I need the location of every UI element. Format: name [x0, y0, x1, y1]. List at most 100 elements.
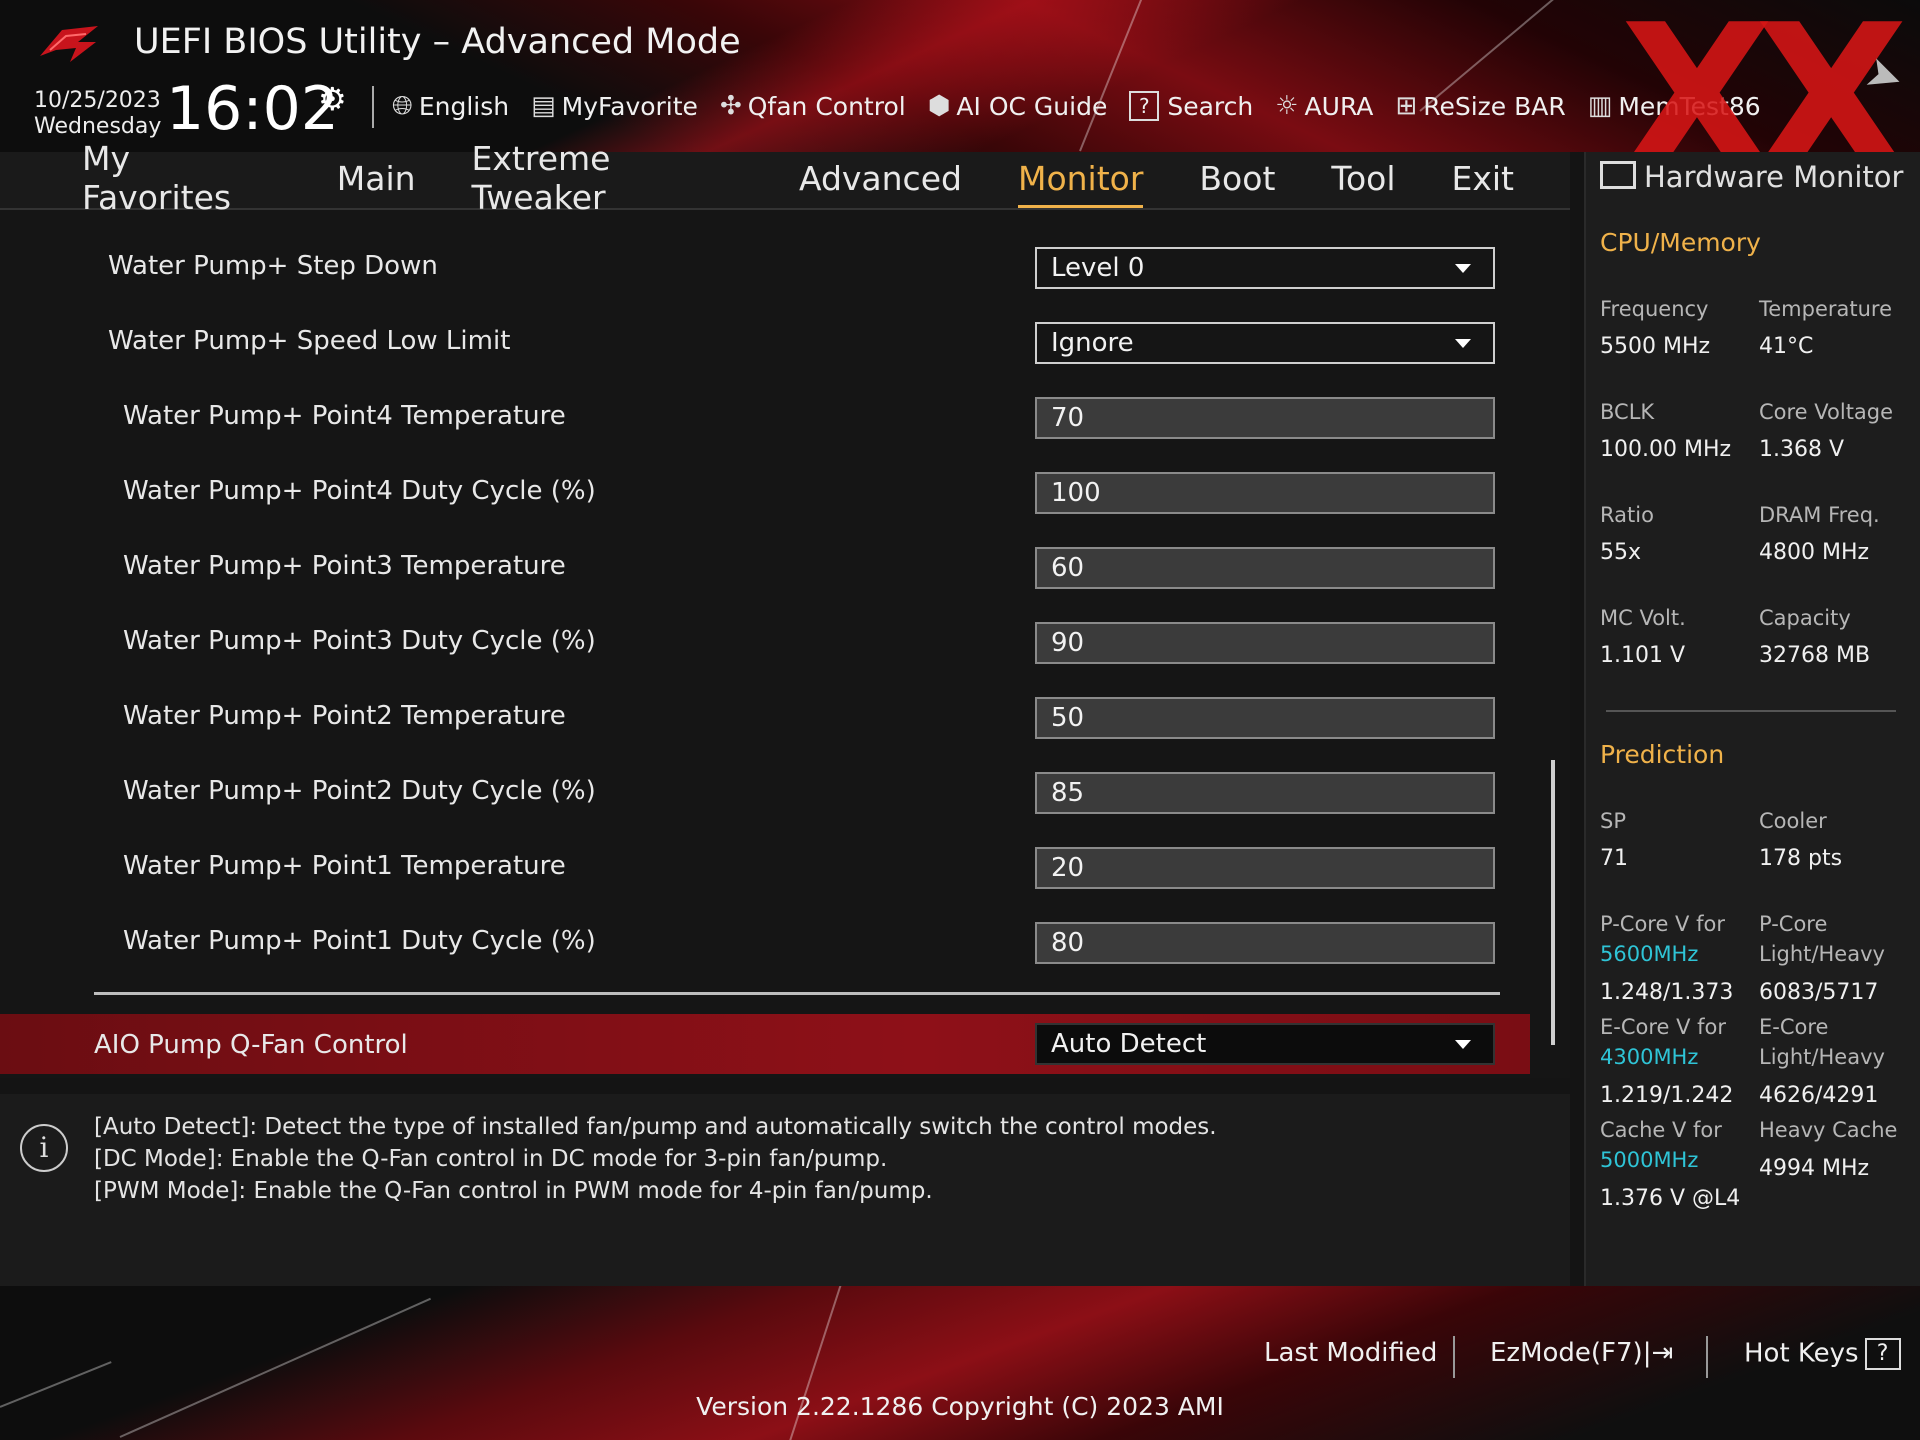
setting-input[interactable]: 20	[1035, 847, 1495, 889]
menu-bar: My Favorites Main Extreme Tweaker Advanc…	[0, 139, 1570, 217]
setting-row[interactable]: Water Pump+ Point1 Temperature 20	[0, 833, 1530, 897]
hw-value: 71	[1600, 846, 1628, 871]
setting-label: AIO Pump Q-Fan Control	[94, 1030, 408, 1060]
help-panel: i [Auto Detect]: Detect the type of inst…	[0, 1094, 1570, 1286]
caret-down-icon	[1455, 1040, 1471, 1049]
setting-input[interactable]: 70	[1035, 397, 1495, 439]
hw-key: Heavy Cache	[1759, 1118, 1898, 1142]
setting-value: Auto Detect	[1051, 1029, 1207, 1059]
setting-input[interactable]: 90	[1035, 622, 1495, 664]
setting-input[interactable]: 60	[1035, 547, 1495, 589]
resize-bar-label: ReSize BAR	[1423, 91, 1566, 121]
favorite-list-icon: ▤	[531, 91, 556, 121]
setting-input[interactable]: 50	[1035, 697, 1495, 739]
ezmode-button[interactable]: EzMode(F7)|⇥	[1490, 1338, 1673, 1368]
hw-key: Light/Heavy	[1759, 942, 1885, 966]
header-bar: UEFI BIOS Utility – Advanced Mode 10/25/…	[0, 0, 1920, 152]
last-modified-button[interactable]: Last Modified	[1264, 1338, 1437, 1368]
tab-monitor[interactable]: Monitor	[1017, 159, 1144, 208]
setting-label: Water Pump+ Point3 Temperature	[123, 551, 566, 581]
tab-my-favorites[interactable]: My Favorites	[82, 139, 281, 221]
hw-value: 55x	[1600, 540, 1642, 565]
hw-key: Frequency	[1600, 297, 1709, 321]
resize-bar-button[interactable]: ⊞ ReSize BAR	[1395, 91, 1565, 121]
setting-row[interactable]: Water Pump+ Speed Low Limit Ignore	[0, 308, 1530, 372]
footer-separator	[1453, 1336, 1455, 1378]
footer-separator	[1706, 1336, 1708, 1378]
hw-value: 1.376 V @L4	[1600, 1186, 1741, 1211]
setting-label: Water Pump+ Point2 Temperature	[123, 701, 566, 731]
setting-row[interactable]: Water Pump+ Step Down Level 0	[0, 233, 1530, 297]
hardware-monitor-panel: Hardware Monitor CPU/Memory Frequency 55…	[1584, 152, 1920, 1286]
setting-dropdown[interactable]: Ignore	[1035, 322, 1495, 364]
setting-label: Water Pump+ Speed Low Limit	[108, 326, 511, 356]
setting-value: 90	[1051, 628, 1085, 658]
hw-key: Cache V for	[1600, 1118, 1722, 1142]
menu-tabs: My Favorites Main Extreme Tweaker Advanc…	[82, 139, 1570, 217]
setting-label: Water Pump+ Point2 Duty Cycle (%)	[123, 776, 596, 806]
prediction-heading: Prediction	[1600, 740, 1725, 769]
setting-row[interactable]: Water Pump+ Point1 Duty Cycle (%) 80	[0, 908, 1530, 972]
setting-row[interactable]: Water Pump+ Point4 Duty Cycle (%) 100	[0, 458, 1530, 522]
setting-input[interactable]: 100	[1035, 472, 1495, 514]
decorative-streak	[1079, 0, 1156, 152]
weekday-text: Wednesday	[34, 114, 162, 139]
date-display: 10/25/2023 Wednesday	[34, 88, 161, 140]
tab-boot[interactable]: Boot	[1199, 159, 1275, 202]
setting-row[interactable]: Water Pump+ Point3 Duty Cycle (%) 90	[0, 608, 1530, 672]
setting-value: 50	[1051, 703, 1085, 733]
setting-label: Water Pump+ Point4 Temperature	[123, 401, 566, 431]
hw-key: Capacity	[1759, 606, 1851, 630]
setting-input[interactable]: 85	[1035, 772, 1495, 814]
ai-oc-guide-button[interactable]: ⬢ AI OC Guide	[928, 91, 1108, 121]
aio-pump-dropdown[interactable]: Auto Detect	[1035, 1023, 1495, 1065]
rog-logo-icon	[40, 26, 98, 62]
setting-label: Water Pump+ Point3 Duty Cycle (%)	[123, 626, 596, 656]
hotkeys-button[interactable]: Hot Keys?	[1744, 1338, 1901, 1370]
hw-key: Ratio	[1600, 503, 1654, 527]
tab-tool[interactable]: Tool	[1331, 159, 1395, 202]
aura-button[interactable]: ☼ AURA	[1275, 91, 1373, 121]
search-button[interactable]: ? Search	[1129, 91, 1253, 121]
setting-row[interactable]: Water Pump+ Point4 Temperature 70	[0, 383, 1530, 447]
setting-label: Water Pump+ Point1 Duty Cycle (%)	[123, 926, 596, 956]
question-box-icon: ?	[1129, 91, 1160, 121]
qfan-control-label: Qfan Control	[747, 91, 906, 121]
hardware-monitor-title: Hardware Monitor	[1600, 160, 1903, 194]
memory-icon: ▥	[1587, 91, 1613, 121]
selected-setting-row[interactable]: AIO Pump Q-Fan Control Auto Detect	[0, 1014, 1530, 1074]
hw-value: 6083/5717	[1759, 980, 1879, 1005]
tab-main[interactable]: Main	[337, 159, 416, 202]
light-icon: ☼	[1275, 91, 1299, 121]
setting-input[interactable]: 80	[1035, 922, 1495, 964]
tab-advanced[interactable]: Advanced	[799, 159, 962, 202]
help-text: [Auto Detect]: Detect the type of instal…	[94, 1114, 1217, 1140]
tab-extreme-tweaker[interactable]: Extreme Tweaker	[472, 139, 743, 221]
language-label: English	[418, 91, 510, 121]
myfavorite-button[interactable]: ▤ MyFavorite	[531, 91, 698, 121]
language-button[interactable]: 🌐︎ English	[392, 91, 509, 122]
setting-row[interactable]: Water Pump+ Point2 Temperature 50	[0, 683, 1530, 747]
info-icon: i	[20, 1124, 68, 1172]
hw-value: 4800 MHz	[1759, 540, 1870, 565]
hw-key: Cooler	[1759, 809, 1827, 833]
myfavorite-label: MyFavorite	[561, 91, 698, 121]
exit-arrow-icon: |⇥	[1642, 1338, 1674, 1368]
clock-display: 16:02	[166, 74, 339, 144]
gear-icon[interactable]: ⚙	[318, 80, 347, 118]
hw-value: 4626/4291	[1759, 1083, 1879, 1108]
app-title: UEFI BIOS Utility – Advanced Mode	[134, 22, 741, 62]
globe-icon: 🌐︎	[392, 90, 413, 121]
setting-row[interactable]: Water Pump+ Point2 Duty Cycle (%) 85	[0, 758, 1530, 822]
section-divider	[94, 992, 1500, 995]
help-text: [DC Mode]: Enable the Q-Fan control in D…	[94, 1146, 888, 1172]
tab-exit[interactable]: Exit	[1452, 159, 1515, 202]
aura-label: AURA	[1304, 91, 1374, 121]
setting-dropdown[interactable]: Level 0	[1035, 247, 1495, 289]
setting-row[interactable]: Water Pump+ Point3 Temperature 60	[0, 533, 1530, 597]
resize-bar-icon: ⊞	[1395, 91, 1418, 121]
date-text: 10/25/2023	[34, 88, 161, 113]
ai-oc-guide-label: AI OC Guide	[956, 91, 1108, 121]
settings-scrollbar[interactable]	[1551, 760, 1555, 1045]
qfan-control-button[interactable]: ✣ Qfan Control	[720, 91, 906, 121]
